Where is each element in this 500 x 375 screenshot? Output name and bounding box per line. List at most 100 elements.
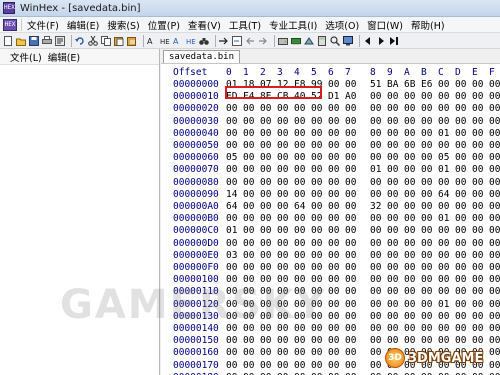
hex-byte[interactable]: 00 xyxy=(387,140,403,151)
hex-byte[interactable]: 00 xyxy=(294,103,310,114)
hex-byte[interactable]: 00 xyxy=(472,103,488,114)
hex-byte[interactable]: 00 xyxy=(438,225,454,236)
hex-byte[interactable]: 00 xyxy=(226,274,242,285)
hex-byte[interactable]: 00 xyxy=(277,311,293,322)
hex-byte[interactable]: 00 xyxy=(455,164,471,175)
properties-icon[interactable] xyxy=(55,35,65,46)
hex-byte[interactable]: 52 xyxy=(311,91,327,102)
hex-byte[interactable]: 00 xyxy=(277,140,293,151)
hex-byte[interactable]: 00 xyxy=(311,140,327,151)
hex-row[interactable]: 00000030 00 00 00 00 00 00 00 00 00 00 00 00 00 00 00 00 xyxy=(161,116,500,128)
hex-byte[interactable]: 00 xyxy=(421,213,437,224)
hex-byte[interactable]: 00 xyxy=(311,213,327,224)
hex-row[interactable]: 00000080 00 00 00 00 00 00 00 00 00 00 00 00 00 00 00 00 xyxy=(161,177,500,189)
hex-byte[interactable]: 00 xyxy=(421,323,437,334)
hex-byte[interactable]: 00 xyxy=(421,152,437,163)
hex-byte[interactable]: 00 xyxy=(455,103,471,114)
hex-byte[interactable]: 00 xyxy=(243,103,259,114)
hex-byte[interactable]: 00 xyxy=(328,323,344,334)
hex-byte[interactable]: 00 xyxy=(370,347,386,358)
paste-special-icon[interactable] xyxy=(127,36,137,46)
hex-byte[interactable]: 00 xyxy=(226,128,242,139)
hex-byte[interactable]: 00 xyxy=(243,152,259,163)
hex-byte[interactable]: 00 xyxy=(370,238,386,249)
hex-byte[interactable]: 00 xyxy=(345,213,361,224)
hex-byte[interactable]: 00 xyxy=(243,360,259,371)
hex-byte[interactable]: 00 xyxy=(294,140,310,151)
hex-byte[interactable]: 00 xyxy=(345,164,361,175)
hex-byte[interactable]: 00 xyxy=(404,116,420,127)
hex-byte[interactable]: 00 xyxy=(260,116,276,127)
hex-byte[interactable]: 00 xyxy=(472,286,488,297)
hex-byte[interactable]: 32 xyxy=(370,201,386,212)
hex-byte[interactable]: 00 xyxy=(489,238,500,249)
hex-byte[interactable]: 51 xyxy=(370,79,386,90)
hex-byte[interactable]: E6 xyxy=(421,79,437,90)
hex-byte[interactable]: 00 xyxy=(489,189,500,200)
hex-byte[interactable]: 00 xyxy=(387,103,403,114)
hex-row[interactable]: 00000060 05 00 00 00 00 00 00 00 00 00 00 00 05 00 00 00 xyxy=(161,152,500,164)
hex-byte[interactable]: 00 xyxy=(226,140,242,151)
hex-byte[interactable]: 00 xyxy=(472,152,488,163)
menu-edit[interactable]: 编辑(E) xyxy=(63,18,103,32)
hex-byte[interactable]: 00 xyxy=(370,360,386,371)
hex-byte[interactable]: 00 xyxy=(311,201,327,212)
replace-hex-icon[interactable]: HE xyxy=(186,36,196,46)
menu-position[interactable]: 位置(P) xyxy=(144,18,184,32)
hex-byte[interactable]: 00 xyxy=(489,152,500,163)
hex-byte[interactable]: 00 xyxy=(311,323,327,334)
cut-icon[interactable] xyxy=(88,35,98,46)
hex-byte[interactable]: 00 xyxy=(277,335,293,346)
hex-byte[interactable]: 00 xyxy=(311,225,327,236)
hex-row[interactable]: 00000110 00 00 00 00 00 00 00 00 00 00 00 00 00 00 00 00 xyxy=(161,286,500,298)
goto-offset-icon[interactable] xyxy=(232,35,242,46)
hex-byte[interactable]: 00 xyxy=(387,201,403,212)
hex-byte[interactable]: 00 xyxy=(226,311,242,322)
hex-byte[interactable]: 00 xyxy=(328,347,344,358)
hex-byte[interactable]: 00 xyxy=(370,116,386,127)
hex-byte[interactable]: 00 xyxy=(421,103,437,114)
hex-byte[interactable]: 00 xyxy=(294,177,310,188)
hex-byte[interactable]: 00 xyxy=(345,189,361,200)
hex-byte[interactable]: 00 xyxy=(421,140,437,151)
hex-byte[interactable]: 00 xyxy=(260,164,276,175)
hex-byte[interactable]: 00 xyxy=(345,311,361,322)
hex-byte[interactable]: 00 xyxy=(438,79,454,90)
hex-row[interactable]: 00000040 00 00 00 00 00 00 00 00 00 00 00 00 01 00 00 00 xyxy=(161,128,500,140)
menu-options[interactable]: 选项(O) xyxy=(321,18,363,32)
hex-byte[interactable]: 00 xyxy=(489,164,500,175)
hex-byte[interactable]: 00 xyxy=(311,103,327,114)
hex-byte[interactable]: 00 xyxy=(294,347,310,358)
hex-row[interactable]: 00000070 00 00 00 00 00 00 00 00 01 00 00 00 01 00 00 00 xyxy=(161,164,500,176)
undo-icon[interactable] xyxy=(75,36,85,46)
hex-byte[interactable]: 00 xyxy=(294,323,310,334)
hex-byte[interactable]: 00 xyxy=(311,128,327,139)
hex-byte[interactable]: 00 xyxy=(345,323,361,334)
menu-view[interactable]: 查看(V) xyxy=(184,18,225,32)
hex-byte[interactable]: 00 xyxy=(370,128,386,139)
hex-byte[interactable]: 00 xyxy=(421,128,437,139)
hex-byte[interactable]: 00 xyxy=(311,250,327,261)
hex-byte[interactable]: 00 xyxy=(260,128,276,139)
hex-byte[interactable]: 00 xyxy=(404,103,420,114)
hex-byte[interactable]: 00 xyxy=(311,177,327,188)
hex-byte[interactable]: 00 xyxy=(438,177,454,188)
hex-byte[interactable]: 00 xyxy=(455,152,471,163)
hex-byte[interactable]: 00 xyxy=(277,213,293,224)
hex-byte[interactable]: 00 xyxy=(387,323,403,334)
hex-byte[interactable]: 00 xyxy=(226,347,242,358)
hex-byte[interactable]: 01 xyxy=(370,164,386,175)
binoculars-icon[interactable] xyxy=(199,36,209,46)
hex-byte[interactable]: 00 xyxy=(311,360,327,371)
hex-byte[interactable]: 00 xyxy=(455,250,471,261)
hex-byte[interactable]: 00 xyxy=(345,262,361,273)
find-icon[interactable]: A xyxy=(147,36,157,46)
hex-byte[interactable]: 00 xyxy=(328,164,344,175)
hex-byte[interactable]: 00 xyxy=(294,116,310,127)
hex-byte[interactable]: 00 xyxy=(260,347,276,358)
hex-byte[interactable]: 00 xyxy=(455,299,471,310)
hex-byte[interactable]: 00 xyxy=(472,250,488,261)
left-edit-menu[interactable]: 编辑(E) xyxy=(48,50,80,64)
hex-byte[interactable]: 00 xyxy=(226,213,242,224)
hex-byte[interactable]: 05 xyxy=(438,152,454,163)
